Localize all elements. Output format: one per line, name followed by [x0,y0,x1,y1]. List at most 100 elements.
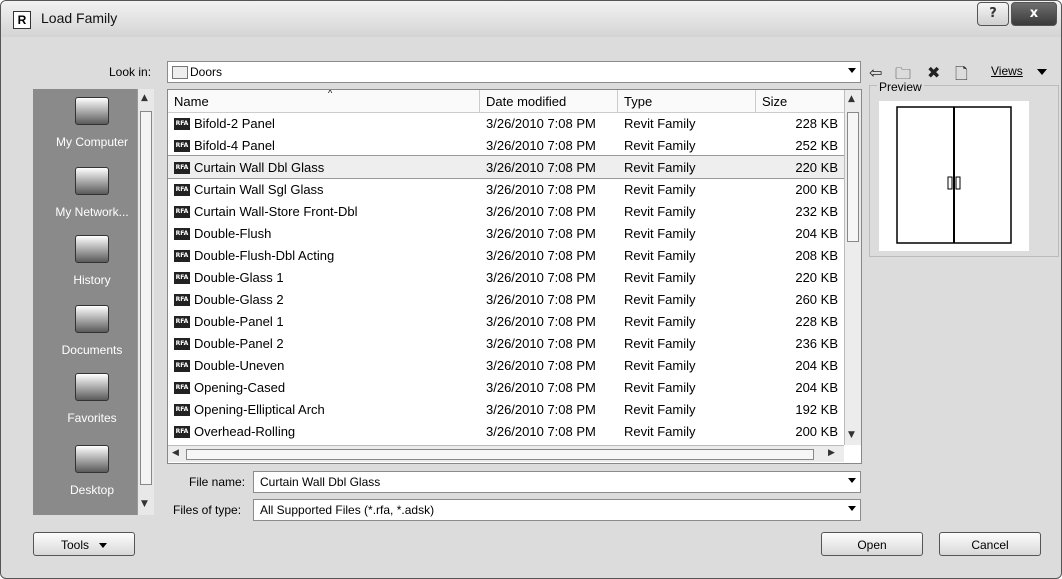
file-row[interactable]: RFA Opening-Elliptical Arch 3/26/2010 7:08… [168,398,844,420]
documents-icon [75,305,109,333]
rfa-file-icon: RFA [174,338,190,350]
file-row[interactable]: RFA Opening-Cased 3/26/2010 7:08 PM Revit F… [168,376,844,398]
open-button[interactable]: Open [821,532,923,556]
file-size-cell: 208 KB [795,248,838,263]
file-name-cell: Bifold-4 Panel [194,138,275,153]
file-date-cell: 3/26/2010 7:08 PM [486,182,596,197]
file-list-vertical-scrollbar[interactable]: ▲ ▼ [844,90,861,445]
cancel-button[interactable]: Cancel [939,532,1041,556]
place-favorites[interactable]: Favorites [33,367,151,425]
file-name-value: Curtain Wall Dbl Glass [260,475,381,489]
file-name-cell: Double-Flush [194,226,272,241]
file-type-cell: Revit Family [624,248,696,263]
scroll-right-arrow-icon[interactable]: ▶ [828,448,835,458]
scroll-down-arrow-icon[interactable]: ▼ [848,430,855,440]
file-name-cell: Opening-Elliptical Arch [194,402,325,417]
place-desktop[interactable]: Desktop [33,439,151,497]
file-size-cell: 252 KB [795,138,838,153]
views-menu[interactable]: Views [991,64,1023,78]
close-button[interactable]: x [1011,2,1057,26]
file-name-cell: Curtain Wall-Store Front-Dbl [194,204,358,219]
file-date-cell: 3/26/2010 7:08 PM [486,116,596,131]
place-label: My Network... [55,205,129,219]
file-name-input[interactable]: Curtain Wall Dbl Glass [253,471,861,493]
column-divider[interactable] [617,90,618,112]
look-in-dropdown[interactable]: Doors [167,61,861,83]
file-row[interactable]: RFA Curtain Wall-Store Front-Dbl 3/26/2010… [168,200,844,222]
views-chevron-icon[interactable] [1037,69,1047,75]
file-name-cell: Curtain Wall Dbl Glass [194,160,325,175]
network-icon [75,167,109,195]
file-name-cell: Curtain Wall Sgl Glass [194,182,324,197]
place-my-computer[interactable]: My Computer [33,91,151,149]
scroll-down-arrow-icon[interactable]: ▼ [141,499,148,509]
chevron-down-icon [848,68,856,73]
scroll-up-arrow-icon[interactable]: ▲ [141,93,148,103]
double-door-preview-icon [896,106,1012,244]
file-type-cell: Revit Family [624,270,696,285]
file-row[interactable]: RFA Bifold-4 Panel 3/26/2010 7:08 PM Revit … [168,134,844,156]
file-list-horizontal-scrollbar[interactable]: ◀ ▶ [168,445,844,462]
scroll-left-arrow-icon[interactable]: ◀ [172,448,179,458]
column-divider[interactable] [479,90,480,112]
file-row[interactable]: RFA Double-Uneven 3/26/2010 7:08 PM Revit F… [168,354,844,376]
file-size-cell: 192 KB [795,402,838,417]
file-row[interactable]: RFA Bifold-2 Panel 3/26/2010 7:08 PM Revit … [168,112,844,134]
file-date-cell: 3/26/2010 7:08 PM [486,138,596,153]
column-name[interactable]: Name [174,94,209,109]
file-row[interactable]: RFA Double-Flush 3/26/2010 7:08 PM Revit Fa… [168,222,844,244]
preview-image [879,101,1029,251]
rfa-file-icon: RFA [174,140,190,152]
place-documents[interactable]: Documents [33,299,151,357]
file-row[interactable]: RFA Curtain Wall Sgl Glass 3/26/2010 7:08 … [168,178,844,200]
title-bar: R Load Family ? x [1,1,1061,37]
places-scroll-thumb[interactable] [140,111,152,485]
place-label: Favorites [67,411,117,425]
file-name-cell: Double-Glass 2 [194,292,284,307]
file-row[interactable]: RFA Curtain Wall Dbl Glass 3/26/2010 7:08 … [168,155,845,179]
file-type-cell: Revit Family [624,204,696,219]
help-button[interactable]: ? [977,2,1009,26]
rfa-file-icon: RFA [174,228,190,240]
column-divider[interactable] [755,90,756,112]
horizontal-scroll-thumb[interactable] [186,449,814,460]
window-title: Load Family [41,10,118,26]
place-label: Documents [61,343,123,357]
file-row[interactable]: RFA Double-Panel 1 3/26/2010 7:08 PM Revit … [168,310,844,332]
file-type-cell: Revit Family [624,138,696,153]
preview-label: Preview [877,80,924,94]
scroll-up-arrow-icon[interactable]: ▲ [848,94,855,104]
tools-button[interactable]: Tools [33,532,135,556]
tools-label: Tools [60,538,89,552]
column-size[interactable]: Size [762,94,787,109]
file-size-cell: 200 KB [795,424,838,439]
file-name-cell: Double-Uneven [194,358,285,373]
file-type-cell: Revit Family [624,226,696,241]
places-scrollbar[interactable]: ▲ ▼ [137,89,154,515]
delete-icon[interactable]: ✖ [927,63,940,82]
file-date-cell: 3/26/2010 7:08 PM [486,204,596,219]
rfa-file-icon: RFA [174,316,190,328]
file-row[interactable]: RFA Double-Panel 2 3/26/2010 7:08 PM Revit … [168,332,844,354]
file-row[interactable]: RFA Double-Glass 1 3/26/2010 7:08 PM Revit … [168,266,844,288]
chevron-down-icon[interactable] [848,478,856,483]
file-size-cell: 204 KB [795,380,838,395]
column-date-modified[interactable]: Date modified [486,94,566,109]
file-size-cell: 228 KB [795,314,838,329]
file-type-value: All Supported Files (*.rfa, *.adsk) [260,503,435,517]
file-type-cell: Revit Family [624,424,696,439]
place-history[interactable]: History [33,229,151,287]
file-date-cell: 3/26/2010 7:08 PM [486,358,596,373]
file-size-cell: 204 KB [795,358,838,373]
file-row[interactable]: RFA Overhead-Rolling 3/26/2010 7:08 PM Revi… [168,420,844,442]
file-size-cell: 220 KB [795,160,838,175]
file-row[interactable]: RFA Double-Glass 2 3/26/2010 7:08 PM Revit … [168,288,844,310]
column-type[interactable]: Type [624,94,652,109]
place-my-network[interactable]: My Network... [33,161,151,219]
file-type-dropdown[interactable]: All Supported Files (*.rfa, *.adsk) [253,499,861,521]
file-list: Name ^ Date modified Type Size RFA Bifold… [167,89,862,464]
rfa-file-icon: RFA [174,294,190,306]
file-date-cell: 3/26/2010 7:08 PM [486,270,596,285]
file-row[interactable]: RFA Double-Flush-Dbl Acting 3/26/2010 7:08… [168,244,844,266]
vertical-scroll-thumb[interactable] [847,112,859,242]
